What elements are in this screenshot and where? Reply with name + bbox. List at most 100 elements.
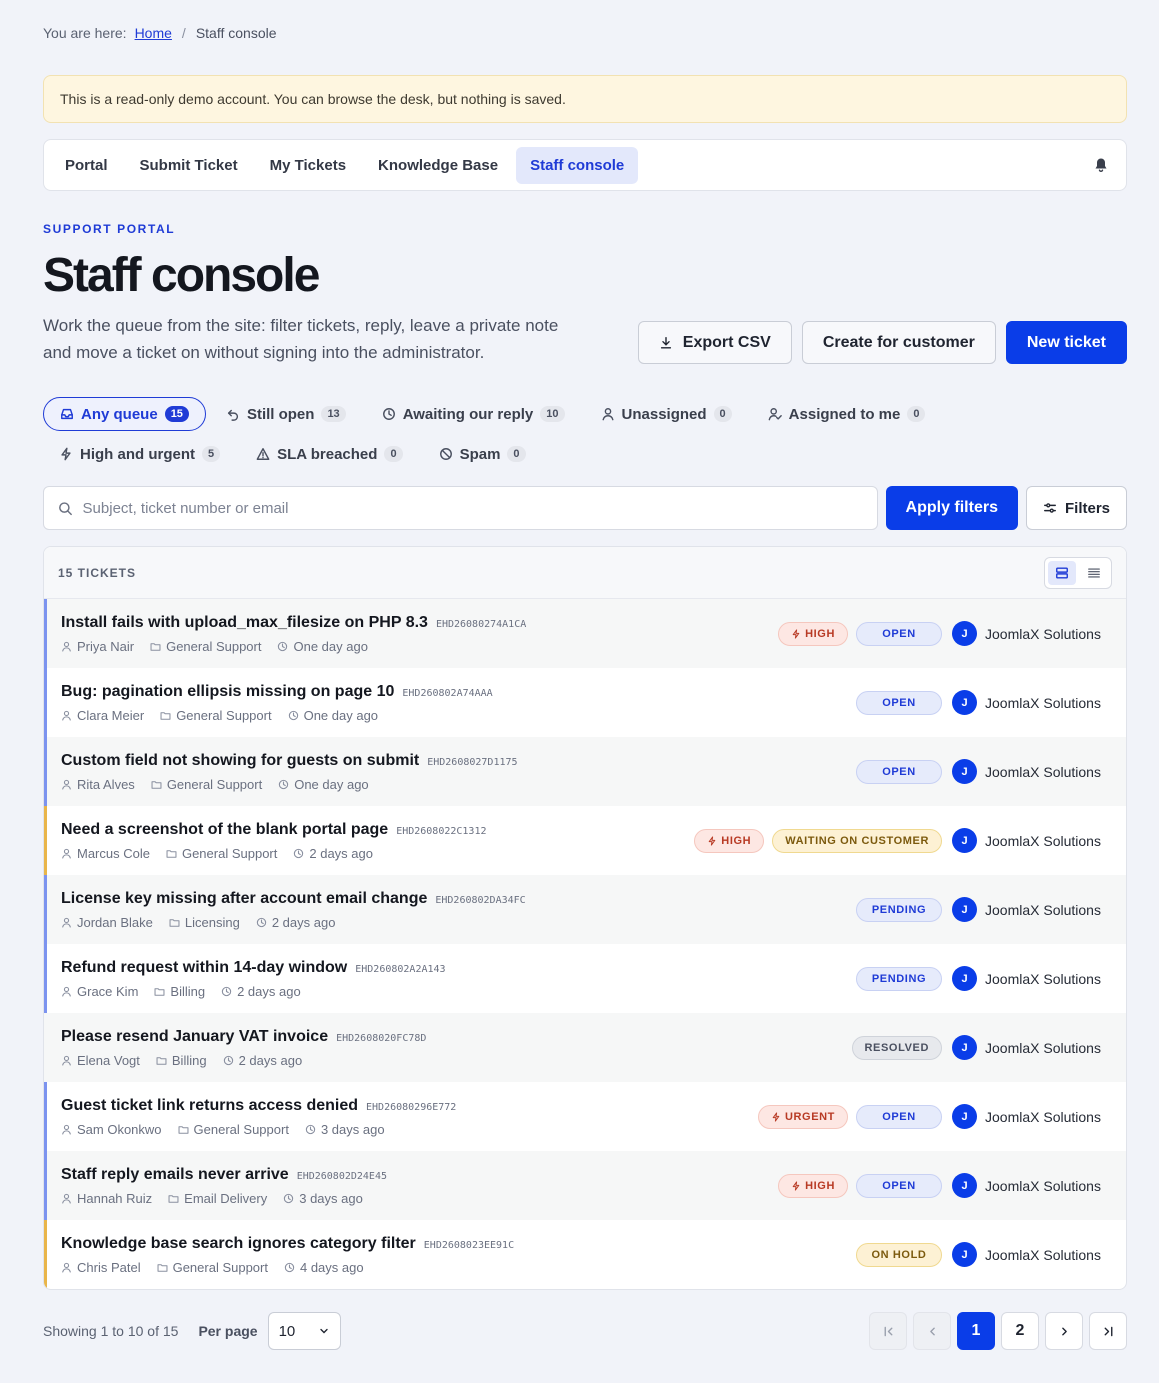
ticket-number: EHD2608023EE91C xyxy=(423,1239,515,1251)
ticket-subject[interactable]: Refund request within 14-day window xyxy=(61,959,347,977)
table-row[interactable]: Please resend January VAT invoice EHD2608… xyxy=(44,1013,1126,1082)
ticket-subject[interactable]: Please resend January VAT invoice xyxy=(61,1028,328,1046)
sliders-icon xyxy=(1044,503,1056,513)
ticket-main: License key missing after account email … xyxy=(61,890,856,930)
ticket-tags: OPEN xyxy=(856,759,942,784)
ticket-subject[interactable]: License key missing after account email … xyxy=(61,890,427,908)
ticket-time: One day ago xyxy=(277,639,368,654)
ticket-category-text: Email Delivery xyxy=(184,1190,268,1206)
nav-item-knowledge-base[interactable]: Knowledge Base xyxy=(364,147,512,184)
ban-icon xyxy=(439,448,452,460)
table-row[interactable]: Install fails with upload_max_filesize o… xyxy=(44,599,1126,668)
ticket-category-text: General Support xyxy=(166,776,263,792)
clock-icon xyxy=(382,408,395,420)
priority-text: HIGH xyxy=(721,834,752,847)
search-input[interactable] xyxy=(82,499,863,517)
ticket-subject[interactable]: Bug: pagination ellipsis missing on page… xyxy=(61,683,394,701)
table-row[interactable]: Knowledge base search ignores category f… xyxy=(44,1220,1126,1289)
bolt-icon xyxy=(792,628,800,639)
create-for-customer-button[interactable]: Create for customer xyxy=(801,321,996,364)
chip-sla-breached[interactable]: SLA breached 0 xyxy=(240,437,418,471)
ticket-assignee: J JoomlaX Solutions xyxy=(952,690,1104,715)
apply-filters-button[interactable]: Apply filters xyxy=(885,486,1018,530)
filters-button[interactable]: Filters xyxy=(1025,486,1127,530)
compact-view-button[interactable] xyxy=(1080,561,1108,585)
last-page-button[interactable] xyxy=(1089,1312,1127,1350)
card-view-button[interactable] xyxy=(1048,560,1076,585)
ticket-number: EHD260802DA34FC xyxy=(435,894,526,906)
breadcrumb-separator: / xyxy=(181,25,186,41)
chip-label: SLA breached xyxy=(277,445,378,463)
ticket-customer-text: Jordan Blake xyxy=(77,914,153,930)
table-row[interactable]: Bug: pagination ellipsis missing on page… xyxy=(44,668,1126,737)
ticket-category-text: Licensing xyxy=(184,914,240,930)
ticket-time-text: 2 days ago xyxy=(237,983,301,999)
clock-icon xyxy=(279,779,289,789)
ticket-list: 15 TICKETS Install fails with upload_max… xyxy=(43,546,1127,1290)
clock-icon xyxy=(305,1124,316,1134)
ticket-time-text: One day ago xyxy=(294,776,369,792)
ticket-meta: Chris Patel General Support 4 days ago xyxy=(61,1260,856,1275)
assignee-name: JoomlaX Solutions xyxy=(985,1108,1101,1125)
table-row[interactable]: Custom field not showing for guests on s… xyxy=(44,737,1126,806)
ticket-subject[interactable]: Install fails with upload_max_filesize o… xyxy=(61,614,428,632)
ticket-tags: HIGH WAITING ON CUSTOMER xyxy=(694,828,942,853)
ticket-category: General Support xyxy=(151,777,262,792)
chip-any-queue[interactable]: Any queue 15 xyxy=(43,397,206,431)
table-row[interactable]: Need a screenshot of the blank portal pa… xyxy=(44,806,1126,875)
user-icon xyxy=(62,641,71,652)
table-row[interactable]: License key missing after account email … xyxy=(44,875,1126,944)
ticket-subject[interactable]: Knowledge base search ignores category f… xyxy=(61,1235,416,1253)
chip-high-and-urgent[interactable]: High and urgent 5 xyxy=(43,437,236,471)
page-title: Staff console xyxy=(43,249,320,302)
status-badge: WAITING ON CUSTOMER xyxy=(772,828,942,853)
nav-item-my-tickets[interactable]: My Tickets xyxy=(256,147,360,184)
ticket-main: Bug: pagination ellipsis missing on page… xyxy=(61,683,856,723)
ticket-category: General Support xyxy=(160,708,272,723)
ticket-main: Custom field not showing for guests on s… xyxy=(61,752,856,792)
page-2-button[interactable]: 2 xyxy=(1001,1312,1039,1350)
chip-assigned-to-me[interactable]: Assigned to me 0 xyxy=(752,397,942,431)
table-row[interactable]: Refund request within 14-day window EHD26… xyxy=(44,944,1126,1013)
table-row[interactable]: Staff reply emails never arrive EHD260802… xyxy=(44,1151,1126,1220)
ticket-subject[interactable]: Need a screenshot of the blank portal pa… xyxy=(61,821,388,839)
export-csv-button[interactable]: Export CSV xyxy=(637,321,792,364)
reopen-icon xyxy=(227,409,238,421)
chip-row: Any queue 15 Still open 13 Awaiting our repl… xyxy=(43,396,1127,432)
chip-awaiting-our-reply[interactable]: Awaiting our reply 10 xyxy=(366,397,581,431)
ticket-category: Billing xyxy=(156,1053,207,1068)
assignee-name: JoomlaX Solutions xyxy=(985,694,1101,711)
breadcrumb-home-link[interactable]: Home xyxy=(135,25,172,41)
ticket-subject[interactable]: Guest ticket link returns access denied xyxy=(61,1097,358,1115)
chip-spam[interactable]: Spam 0 xyxy=(423,437,542,471)
page-1-button[interactable]: 1 xyxy=(957,1312,995,1350)
chip-unassigned[interactable]: Unassigned 0 xyxy=(585,397,748,431)
chip-still-open[interactable]: Still open 13 xyxy=(210,397,362,431)
ticket-title-line: Knowledge base search ignores category f… xyxy=(61,1235,856,1253)
search-icon xyxy=(59,501,72,515)
breadcrumb: You are here: Home / Staff console xyxy=(43,25,277,41)
first-page-button[interactable] xyxy=(869,1312,907,1350)
ticket-meta: Jordan Blake Licensing 2 days ago xyxy=(61,915,856,930)
avatar: J xyxy=(952,1104,977,1129)
priority-text: URGENT xyxy=(784,1110,835,1123)
ticket-assignee: J JoomlaX Solutions xyxy=(952,1104,1104,1129)
chevron-down-icon xyxy=(319,1328,328,1334)
notifications-button[interactable] xyxy=(1093,157,1109,173)
table-row[interactable]: Guest ticket link returns access denied E… xyxy=(44,1082,1126,1151)
ticket-subject[interactable]: Staff reply emails never arrive xyxy=(61,1166,289,1184)
previous-page-button[interactable] xyxy=(913,1312,951,1350)
chip-count: 0 xyxy=(907,406,926,422)
folder-icon xyxy=(168,1194,179,1203)
nav-item-portal[interactable]: Portal xyxy=(51,147,122,184)
ticket-tags: HIGH OPEN xyxy=(778,1173,942,1198)
next-page-button[interactable] xyxy=(1045,1312,1083,1350)
ticket-subject[interactable]: Custom field not showing for guests on s… xyxy=(61,752,419,770)
demo-notice: This is a read-only demo account. You ca… xyxy=(43,75,1127,123)
nav-item-staff-console[interactable]: Staff console xyxy=(516,146,639,184)
per-page-label: Per page xyxy=(198,1323,258,1339)
nav-item-submit-ticket[interactable]: Submit Ticket xyxy=(126,147,252,184)
chip-count: 5 xyxy=(202,446,221,462)
per-page-select[interactable]: 10 xyxy=(267,1312,341,1350)
new-ticket-button[interactable]: New ticket xyxy=(1005,321,1127,364)
